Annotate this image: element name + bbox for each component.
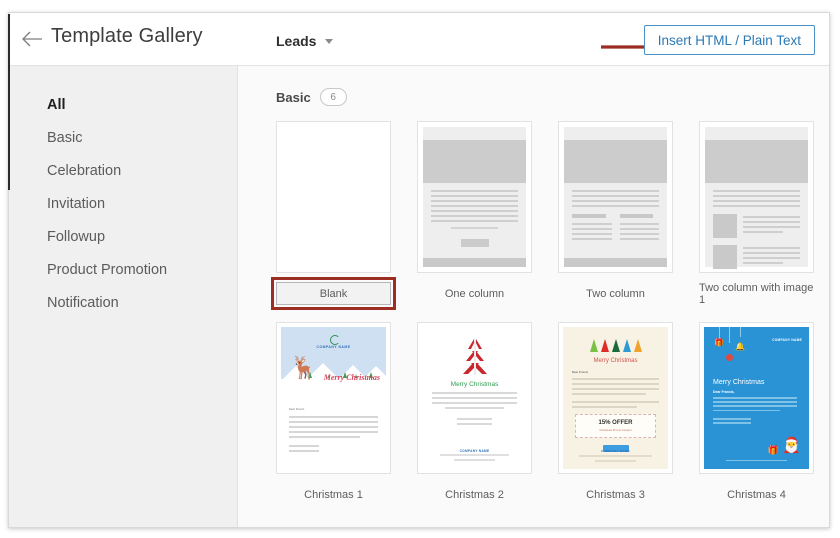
sidebar-label: Celebration (47, 162, 122, 179)
company-name-text: COMPANY NAME (600, 449, 631, 453)
sidebar-label: All (47, 96, 66, 113)
template-thumbnail[interactable]: Merry Christmas Dear Friend, 15% OFFER C… (558, 322, 673, 474)
template-thumbnail[interactable]: 🎁 🔔 COMPANY NAME Merry Christmas Dear Fr… (699, 322, 814, 474)
template-label: Two column with image 1 (699, 281, 814, 306)
insert-html-plain-text-button[interactable]: Insert HTML / Plain Text (643, 25, 815, 55)
app-window: Template Gallery Leads Insert HTML / Pla… (8, 12, 830, 528)
hero-image-block (564, 140, 667, 183)
sidebar-item-all[interactable]: All (9, 88, 237, 121)
greeting-text: Dear Friend, (289, 408, 305, 411)
company-logo-icon (329, 335, 340, 345)
template-thumbnail[interactable] (558, 121, 673, 273)
template-grid-panel: Basic 6 Blank One column Two column Two … (238, 66, 829, 527)
template-grid-row-2: COMPANY NAME 🦌 Merry Christmas Dear Frie… (276, 322, 829, 506)
template-card-two-column[interactable]: Two column (558, 121, 673, 305)
category-sidebar: All Basic Celebration Invitation Followu… (9, 66, 238, 527)
reindeer-icon: 🦌 (290, 355, 318, 380)
template-card-christmas-4[interactable]: 🎁 🔔 COMPANY NAME Merry Christmas Dear Fr… (699, 322, 814, 506)
template-label-wrap: Blank (271, 277, 396, 310)
merry-christmas-heading: Merry Christmas (323, 373, 380, 382)
template-thumbnail[interactable] (417, 121, 532, 273)
cream-canvas: Merry Christmas Dear Friend, 15% OFFER C… (563, 327, 668, 469)
two-column-image-preview (700, 122, 813, 272)
hero-image-block (705, 140, 808, 183)
sidebar-label: Followup (47, 228, 106, 245)
template-card-christmas-1[interactable]: COMPANY NAME 🦌 Merry Christmas Dear Frie… (276, 322, 391, 506)
sidebar-label: Notification (47, 294, 119, 311)
christmas-4-preview: 🎁 🔔 COMPANY NAME Merry Christmas Dear Fr… (700, 323, 813, 473)
chevron-down-icon (325, 38, 334, 44)
greeting-text: Dear Francis, (713, 390, 735, 394)
gift-sack-icon: 🎁 (767, 445, 779, 455)
image-placeholder (713, 214, 737, 238)
merry-christmas-heading: Merry Christmas (450, 381, 499, 388)
page-title: Template Gallery (51, 25, 203, 47)
sidebar-item-celebration[interactable]: Celebration (9, 154, 237, 187)
template-label: Blank (276, 282, 391, 305)
offer-subtitle: Christmas Promo Coupon (599, 428, 632, 432)
insert-html-plain-text-label: Insert HTML / Plain Text (657, 32, 801, 48)
template-label: Christmas 1 (304, 488, 363, 501)
template-label: Christmas 2 (445, 488, 504, 501)
sidebar-label: Product Promotion (47, 261, 168, 278)
module-dropdown-label: Leads (276, 33, 317, 49)
template-grid-row-1: Blank One column Two column Two column w… (271, 121, 829, 310)
merry-christmas-heading: Merry Christmas (713, 379, 765, 386)
section-count-badge: 6 (319, 88, 347, 106)
section-header: Basic 6 (276, 88, 829, 106)
sidebar-label: Invitation (47, 195, 106, 212)
module-dropdown[interactable]: Leads (276, 33, 334, 49)
christmas-3-preview: Merry Christmas Dear Friend, 15% OFFER C… (559, 323, 672, 473)
header-bar: Template Gallery Leads Insert HTML / Pla… (9, 13, 829, 66)
main-body: All Basic Celebration Invitation Followu… (9, 66, 829, 527)
company-name-text: COMPANY NAME (772, 338, 802, 342)
template-card-christmas-2[interactable]: Merry Christmas COMPANY NAME Christmas 2 (417, 322, 532, 506)
christmas-tree-icon (462, 339, 487, 375)
template-card-two-column-with-image-1[interactable]: Two column with image 1 (699, 121, 814, 306)
one-column-preview (418, 122, 531, 272)
template-label: One column (444, 287, 505, 300)
blue-canvas: 🎁 🔔 COMPANY NAME Merry Christmas Dear Fr… (704, 327, 809, 469)
template-thumbnail[interactable]: COMPANY NAME 🦌 Merry Christmas Dear Frie… (276, 322, 391, 474)
christmas-2-preview: Merry Christmas COMPANY NAME (418, 323, 531, 473)
christmas-1-preview: COMPANY NAME 🦌 Merry Christmas Dear Frie… (277, 323, 390, 473)
template-thumbnail[interactable] (276, 121, 391, 273)
section-title: Basic (276, 89, 311, 105)
sidebar-item-basic[interactable]: Basic (9, 121, 237, 154)
santa-icon: 🎅 (782, 437, 801, 454)
sidebar-item-product-promotion[interactable]: Product Promotion (9, 253, 237, 286)
ball-ornament-icon (726, 354, 733, 361)
template-card-blank[interactable]: Blank (271, 121, 396, 310)
two-column-preview (559, 122, 672, 272)
sidebar-item-invitation[interactable]: Invitation (9, 187, 237, 220)
template-card-christmas-3[interactable]: Merry Christmas Dear Friend, 15% OFFER C… (558, 322, 673, 506)
hero-image-block (423, 140, 526, 183)
back-arrow-icon[interactable] (22, 29, 44, 49)
sidebar-item-notification[interactable]: Notification (9, 286, 237, 319)
tree-row (563, 327, 668, 352)
sidebar-item-followup[interactable]: Followup (9, 220, 237, 253)
template-card-one-column[interactable]: One column (417, 121, 532, 305)
template-thumbnail[interactable] (699, 121, 814, 273)
bell-ornament-icon: 🔔 (735, 342, 745, 351)
image-placeholder (713, 245, 737, 269)
template-label: Two column (586, 287, 645, 300)
window-edge-strip (8, 14, 10, 190)
offer-amount: 15% OFFER (598, 420, 633, 426)
blank-preview (277, 122, 390, 272)
template-thumbnail[interactable]: Merry Christmas COMPANY NAME (417, 322, 532, 474)
template-label: Christmas 4 (727, 488, 786, 501)
greeting-text: Dear Friend, (572, 371, 589, 374)
cta-button-block (460, 239, 489, 247)
gift-ornament-icon: 🎁 (714, 338, 724, 347)
template-label: Christmas 3 (586, 488, 645, 501)
company-name-text: COMPANY NAME (459, 449, 490, 453)
sidebar-label: Basic (47, 129, 83, 146)
offer-coupon-box: 15% OFFER Christmas Promo Coupon (575, 414, 656, 438)
company-name-text: COMPANY NAME (316, 345, 351, 349)
